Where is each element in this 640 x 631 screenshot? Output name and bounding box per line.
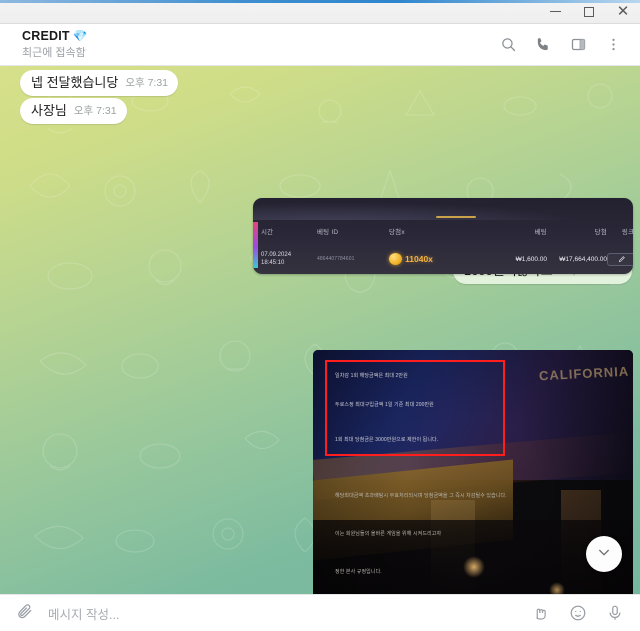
message-input[interactable]: 메시지 작성... (34, 604, 532, 623)
sidebar-panel-icon[interactable] (570, 36, 587, 53)
message-timestamp: 오후 7:31 (125, 77, 169, 90)
photo-body-line: 정한 본사 규정입니다. (335, 569, 382, 575)
message-bubble-incoming[interactable]: 사장님 오후 7:31 (20, 98, 127, 125)
photo-highlight-line: 두로스정 최대구입금액 1일 기준 최대 200만원 (335, 402, 434, 408)
maximize-icon (584, 6, 594, 17)
gem-icon: 💎 (72, 29, 88, 43)
app-window: ✕ CREDIT 💎 최근에 접속함 넵 전달했습니당 오후 7:31 사장님 … (0, 0, 640, 631)
chat-header-actions (500, 36, 626, 53)
cell-bet-id: 4864407784601 (317, 256, 355, 262)
column-header-time: 시간 (261, 229, 274, 236)
chat-title: CREDIT (22, 29, 70, 43)
cell-bet-amount: ₩1,600.00 (515, 255, 547, 263)
bet-table-header: 시간 베팅 ID 당첨x 베팅 당첨 링크 보기 (253, 220, 633, 242)
window-titlebar: ✕ (0, 0, 640, 24)
column-header-bet: 베팅 (534, 229, 547, 236)
bet-tab-indicator (436, 216, 476, 218)
message-bubble-incoming[interactable]: 넵 전달했습니당 오후 7:31 (20, 70, 179, 97)
message-composer: 메시지 작성... (0, 594, 640, 631)
chevron-down-icon (596, 544, 612, 565)
cell-date: 07.09.2024 (261, 251, 292, 258)
photo-body-line: 해당최대금액 초과배팅시 무효처리되시며 당첨금액을 그 즉시 차감될수 있습니… (335, 493, 507, 499)
coin-icon (389, 253, 402, 265)
window-close-button[interactable]: ✕ (606, 0, 640, 23)
column-header-link: 링크 (621, 229, 633, 236)
attachment-bet-history-image[interactable]: 시간 베팅 ID 당첨x 베팅 당첨 링크 보기 07.09.2024 18:4… (253, 198, 633, 274)
chat-title-row: CREDIT 💎 (22, 29, 500, 43)
message-text: 사장님 (31, 103, 67, 118)
bet-table-row[interactable]: 07.09.2024 18:45:10 4864407784601 11040x… (253, 242, 633, 274)
photo-highlight-line: 일차감 1회 해당금액은 최대 2만원 (335, 373, 408, 379)
photo-highlight-line: 1회 최대 당첨금은 3000만원으로 제한이 됩니다. (335, 437, 439, 443)
cell-datetime: 07.09.2024 18:45:10 (261, 251, 317, 267)
chat-subtitle: 최근에 접속함 (22, 47, 86, 59)
emoji-smile-icon[interactable] (569, 604, 587, 622)
cell-link (607, 252, 633, 266)
chat-header: CREDIT 💎 최근에 접속함 (0, 24, 640, 66)
microphone-icon[interactable] (606, 604, 624, 622)
cell-multiplier: 11040x (389, 253, 473, 265)
column-header-win: 당첨 (594, 229, 607, 236)
column-header-multiplier: 당첨x (389, 229, 405, 236)
search-icon[interactable] (500, 36, 517, 53)
column-header-bet-id: 베팅 ID (317, 229, 339, 236)
window-minimize-button[interactable] (538, 0, 572, 23)
composer-actions (532, 604, 624, 622)
more-vertical-icon[interactable] (605, 36, 622, 53)
attachment-rules-photo[interactable]: CALIFORNIA 일차감 1회 해당금액은 최대 2만원 두로스정 최대구입… (313, 350, 633, 594)
cell-time: 18:45:10 (261, 260, 285, 266)
sticker-icon[interactable] (532, 604, 550, 622)
link-edit-icon[interactable] (607, 252, 633, 266)
titlebar-accent-stripe (0, 0, 640, 3)
minimize-icon (549, 11, 561, 12)
close-icon: ✕ (616, 3, 630, 20)
multiplier-value: 11040x (405, 254, 433, 264)
message-timestamp: 오후 7:31 (73, 105, 117, 118)
scroll-to-bottom-button[interactable] (586, 536, 622, 572)
window-maximize-button[interactable] (572, 0, 606, 23)
cell-win-amount: ₩17,664,400.00 (559, 255, 607, 263)
paperclip-icon[interactable] (16, 602, 34, 625)
phone-icon[interactable] (535, 36, 552, 53)
message-list[interactable]: 넵 전달했습니당 오후 7:31 사장님 오후 7:31 이거보세요 오후 7:… (0, 66, 640, 594)
chat-header-info[interactable]: CREDIT 💎 최근에 접속함 (14, 29, 500, 60)
photo-body-line: 이는 회원님들의 올바른 게임을 위해 시켜드리고자 (335, 531, 442, 537)
bet-history-table: 시간 베팅 ID 당첨x 베팅 당첨 링크 보기 07.09.2024 18:4… (253, 220, 633, 274)
message-text: 넵 전달했습니당 (31, 75, 119, 90)
